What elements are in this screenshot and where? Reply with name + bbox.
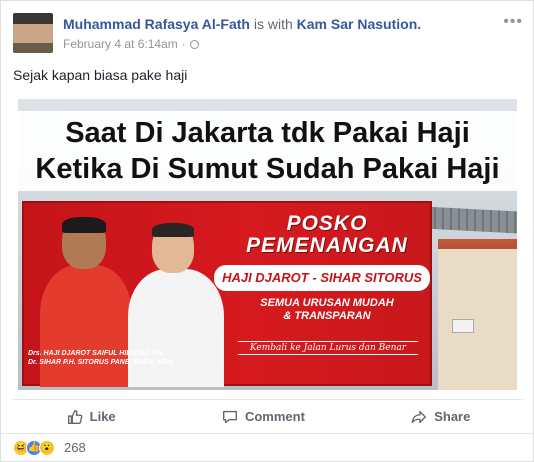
campaign-banner: POSKO PEMENANGAN HAJI DJAROT - SIHAR SIT… [22,201,432,387]
posko-line-2: PEMENANGAN [246,234,408,257]
photo-wall [438,249,517,390]
like-button[interactable]: Like [66,408,116,426]
candidate-separator: - [308,270,321,285]
with-text: is with [253,16,293,32]
reactions-bar: 😆 👍 😮 268 [1,433,533,461]
thumbs-up-icon [67,409,83,424]
comment-button[interactable]: Comment [221,408,305,426]
like-label: Like [89,409,116,424]
banner-tagline: Kembali ke Jalan Lurus dan Benar [238,341,418,355]
post-actions-bar: Like Comment Share [13,399,523,427]
meta-separator: · [181,37,186,51]
candidate-a: HAJI DJAROT [222,270,309,285]
avatar-shirt [13,43,53,53]
banner-candidates: HAJI DJAROT - SIHAR SITORUS [214,265,430,291]
post-meta: February 4 at 6:14am · [63,37,421,51]
banner-names: Drs. HAJI DJAROT SAIFUL HIDAYAT, MS Dr. … [28,349,248,367]
wow-icon: 😮 [39,439,55,456]
post-photo[interactable]: Saat Di Jakarta tdk Pakai Haji Ketika Di… [18,99,517,390]
banner-name-1: Drs. HAJI DJAROT SAIFUL HIDAYAT, MS [28,350,163,357]
author-avatar[interactable] [13,13,53,53]
person-left-body [40,265,132,387]
author-name-link[interactable]: Muhammad Rafasya Al-Fath [63,16,250,32]
post-timestamp[interactable]: February 4 at 6:14am [63,37,178,51]
photo-ac-unit [452,319,474,333]
share-button[interactable]: Share [410,408,470,426]
posko-line-1: POSKO [286,212,368,235]
headline-line-2: Ketika Di Sumut Sudah Pakai Haji [35,153,500,185]
photo-headline: Saat Di Jakarta tdk Pakai Haji Ketika Di… [18,111,517,191]
banner-slogan: SEMUA URUSAN MUDAH & TRANSPARAN [224,297,430,323]
reaction-icons[interactable]: 😆 👍 😮 [13,439,55,456]
post-card: Muhammad Rafasya Al-Fath is with Kam Sar… [0,0,534,462]
comment-icon [222,410,237,423]
headline-line-1: Saat Di Jakarta tdk Pakai Haji [65,117,470,149]
share-icon [411,410,427,423]
author-line: Muhammad Rafasya Al-Fath is with Kam Sar… [63,15,421,33]
banner-posko-title: POSKO PEMENANGAN [224,213,430,257]
globe-icon[interactable] [189,39,199,49]
post-header: Muhammad Rafasya Al-Fath is with Kam Sar… [63,15,421,51]
comment-label: Comment [244,409,305,424]
post-status-text: Sejak kapan biasa pake haji [13,67,188,83]
more-options-icon[interactable]: ••• [503,13,523,31]
person-left-hair [62,217,106,233]
banner-name-2: Dr. SIHAR P.H. SITORUS PANE, BSBA, MBA [28,359,174,366]
person-right-body [128,269,224,387]
slogan-line-2: & TRANSPARAN [283,310,371,322]
slogan-line-1: SEMUA URUSAN MUDAH [260,297,394,309]
person-right-hair [152,223,194,237]
share-label: Share [434,409,471,424]
reaction-count[interactable]: 268 [64,440,86,455]
tagged-friend-link[interactable]: Kam Sar Nasution. [297,16,421,32]
candidate-b: SIHAR SITORUS [320,270,422,285]
